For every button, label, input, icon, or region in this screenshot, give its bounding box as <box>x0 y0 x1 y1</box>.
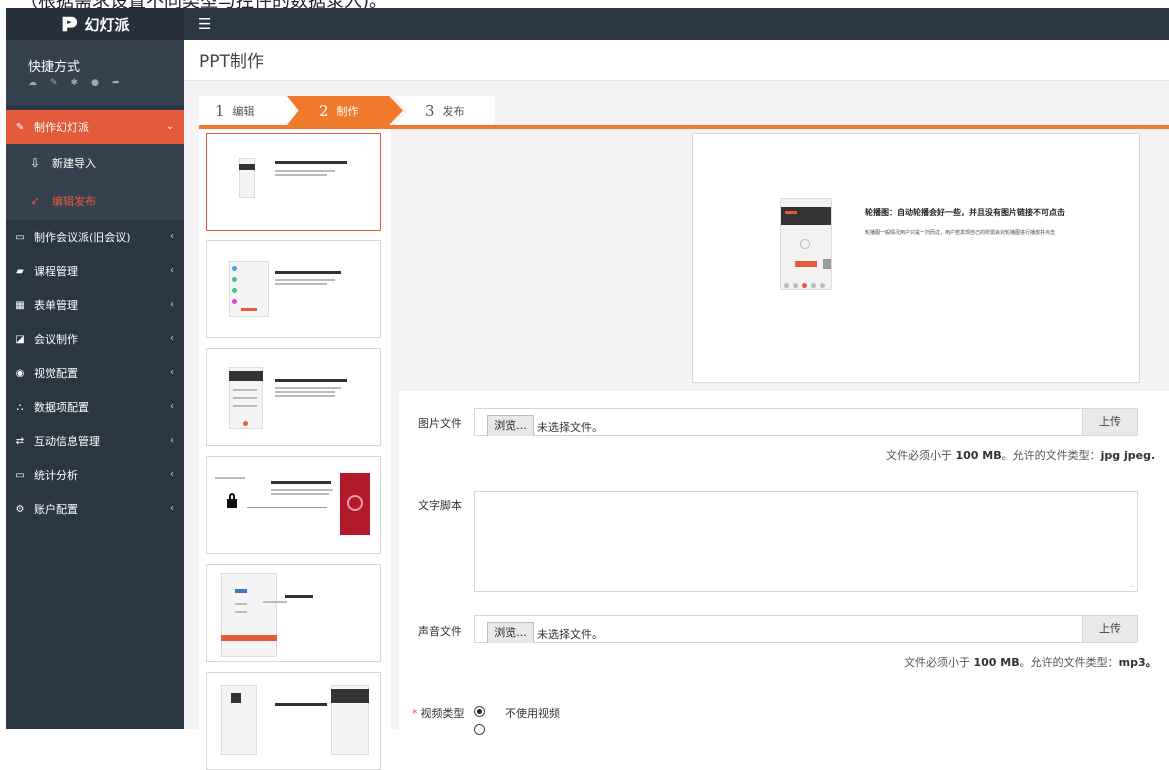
preview-phone-mockup <box>780 198 832 290</box>
top-bar: ☰ <box>184 8 1169 40</box>
chevron-left-icon: ‹ <box>170 333 174 344</box>
menu-item-meeting-old[interactable]: ▭ 制作会议派(旧会议) ‹ <box>6 220 184 254</box>
slide-preview: 轮播图：自动轮播会好一些，并且没有图片链接不可点击 轮播图一般情况用户只是一扫而… <box>692 133 1140 383</box>
slide-thumbnail[interactable] <box>206 564 381 662</box>
chat-icon[interactable]: ● <box>91 78 99 88</box>
script-textarea[interactable]: .: <box>474 491 1138 592</box>
menu-item-account[interactable]: ⚙ 账户配置 ‹ <box>6 492 184 526</box>
image-browse-button[interactable]: 浏览... <box>487 415 534 436</box>
audio-no-file-text: 未选择文件。 <box>537 628 603 641</box>
chevron-left-icon: ‹ <box>170 401 174 412</box>
chevron-left-icon: ‹ <box>170 265 174 276</box>
shortcut-panel: 快捷方式 ☁ ✎ ✱ ● ➦ <box>6 40 184 106</box>
image-file-label: 图片文件 <box>418 417 462 430</box>
audio-file-input[interactable]: 浏览... 未选择文件。 上传 <box>474 615 1138 643</box>
menu-item-meeting-make[interactable]: ◪ 会议制作 ‹ <box>6 322 184 356</box>
logo-text: 幻灯派 <box>84 15 130 34</box>
edit-icon: ◪ <box>15 333 25 345</box>
sitemap-icon: ⛬ <box>16 401 24 413</box>
lock-icon <box>227 499 237 508</box>
sidebar: 幻灯派 快捷方式 ☁ ✎ ✱ ● ➦ ✎ 制作幻灯派 ⌄ ⇩ 新建导入 ➶ 编辑… <box>6 8 184 729</box>
audio-file-label: 声音文件 <box>418 625 462 638</box>
submenu-item-edit-publish[interactable]: ➶ 编辑发布 <box>6 182 184 220</box>
monitor-icon: ▭ <box>15 469 25 481</box>
slide-thumbnail[interactable] <box>206 133 381 231</box>
page-title: PPT制作 <box>199 52 264 72</box>
chevron-left-icon: ‹ <box>170 503 174 514</box>
gear-icon[interactable]: ✱ <box>71 78 79 88</box>
logout-icon[interactable]: ➦ <box>112 78 120 88</box>
slide-thumbnail[interactable] <box>206 456 381 554</box>
slide-thumbnails <box>199 129 391 770</box>
exchange-icon: ⇄ <box>15 435 25 447</box>
slide-thumbnail[interactable] <box>206 348 381 446</box>
video-none-radio[interactable] <box>474 706 485 717</box>
shortcut-icons: ☁ ✎ ✱ ● ➦ <box>28 78 184 88</box>
upload-icon: ⇩ <box>29 156 41 170</box>
slide-thumbnail[interactable] <box>206 240 381 338</box>
video-type-label: * 视频类型 <box>412 707 465 720</box>
top-cropped-caption: （根据需求设置不同类型与控件的数据录入)。 <box>0 0 1169 8</box>
cogs-icon: ⚙ <box>15 503 25 515</box>
script-label: 文字脚本 <box>418 499 462 512</box>
slide-thumbnail[interactable] <box>206 672 381 770</box>
edit-icon[interactable]: ✎ <box>50 78 58 88</box>
audio-file-hint: 文件必须小于 100 MB。允许的文件类型：mp3。 <box>904 656 1157 669</box>
chevron-down-icon: ⌄ <box>165 121 174 132</box>
menu-item-interaction[interactable]: ⇄ 互动信息管理 ‹ <box>6 424 184 458</box>
step-edit[interactable]: 1 编辑 <box>199 96 295 125</box>
image-upload-button[interactable]: 上传 <box>1082 408 1138 436</box>
menu-item-forms[interactable]: ▦ 表单管理 ‹ <box>6 288 184 322</box>
menu-item-visual[interactable]: ◉ 视觉配置 ‹ <box>6 356 184 390</box>
audio-upload-button[interactable]: 上传 <box>1082 615 1138 643</box>
menu-item-data-fields[interactable]: ⛬ 数据项配置 ‹ <box>6 390 184 424</box>
chevron-left-icon: ‹ <box>170 469 174 480</box>
step-publish[interactable]: 3 发布 <box>395 96 495 125</box>
image-file-input[interactable]: 浏览... 未选择文件。 上传 <box>474 408 1138 436</box>
shortcut-title: 快捷方式 <box>28 60 81 75</box>
menu-item-course[interactable]: ▰ 课程管理 ‹ <box>6 254 184 288</box>
rocket-icon: ➶ <box>29 194 41 208</box>
step-make[interactable]: 2 制作 <box>287 96 403 125</box>
hamburger-menu-icon[interactable]: ☰ <box>198 15 211 33</box>
edit-icon: ✎ <box>15 121 25 133</box>
image-no-file-text: 未选择文件。 <box>537 421 603 434</box>
cloud-icon[interactable]: ☁ <box>28 78 37 88</box>
video-option-radio[interactable] <box>474 724 485 735</box>
logo[interactable]: 幻灯派 <box>6 8 184 40</box>
laptop-icon: ▭ <box>15 231 25 243</box>
submenu-item-new-import[interactable]: ⇩ 新建导入 <box>6 144 184 182</box>
book-icon: ▰ <box>16 265 24 277</box>
chevron-left-icon: ‹ <box>170 299 174 310</box>
eye-icon: ◉ <box>15 367 25 379</box>
menu-item-make-slides[interactable]: ✎ 制作幻灯派 ⌄ <box>6 110 184 144</box>
resize-handle-icon[interactable]: .: <box>1129 581 1134 589</box>
chevron-left-icon: ‹ <box>170 367 174 378</box>
logo-icon <box>63 16 78 32</box>
menu-item-statistics[interactable]: ▭ 统计分析 ‹ <box>6 458 184 492</box>
video-none-label: 不使用视频 <box>505 707 560 720</box>
wizard-steps: 1 编辑 3 发布 2 制作 <box>199 96 495 125</box>
table-icon: ▦ <box>15 299 25 311</box>
preview-title: 轮播图：自动轮播会好一些，并且没有图片链接不可点击 <box>865 207 1065 217</box>
audio-browse-button[interactable]: 浏览... <box>487 622 534 643</box>
preview-description: 轮播图一般情况用户只是一扫而过，用户若发现自己的所需会对轮播图进行播放并点击 <box>865 230 1056 236</box>
chevron-left-icon: ‹ <box>170 231 174 242</box>
chevron-left-icon: ‹ <box>170 435 174 446</box>
image-file-hint: 文件必须小于 100 MB。允许的文件类型：jpg jpeg. <box>886 449 1156 462</box>
